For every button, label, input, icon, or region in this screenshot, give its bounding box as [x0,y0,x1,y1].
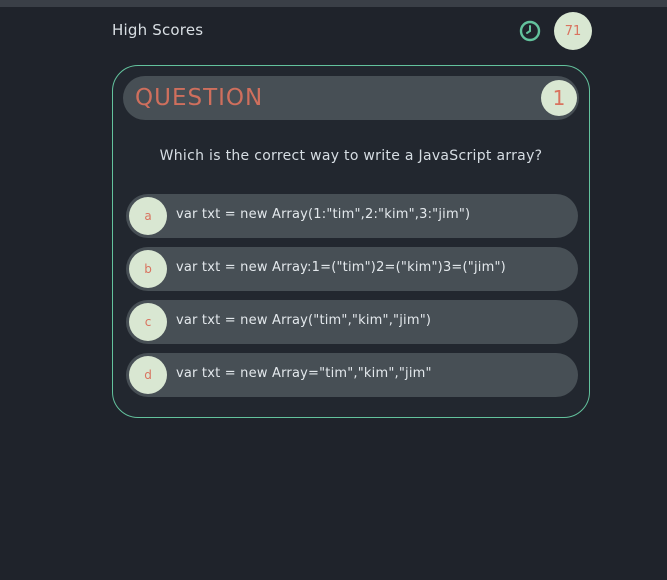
top-bar [0,0,667,7]
question-number-badge: 1 [541,80,577,116]
option-letter-badge: b [129,250,167,288]
option-text: var txt = new Array:1=("tim")2=("kim")3=… [176,260,506,275]
answer-option-c[interactable]: c var txt = new Array("tim","kim","jim") [126,300,578,344]
option-letter-badge: d [129,356,167,394]
high-scores-link[interactable]: High Scores [112,21,203,39]
question-label: QUESTION [135,85,264,111]
option-text: var txt = new Array(1:"tim",2:"kim",3:"j… [176,207,471,222]
option-text: var txt = new Array="tim","kim","jim" [176,366,432,381]
question-header: QUESTION 1 [123,76,579,120]
option-letter-badge: a [129,197,167,235]
timer-badge: 71 [554,12,592,50]
quiz-card: QUESTION 1 Which is the correct way to w… [112,65,590,418]
answer-option-b[interactable]: b var txt = new Array:1=("tim")2=("kim")… [126,247,578,291]
option-text: var txt = new Array("tim","kim","jim") [176,313,432,328]
question-text: Which is the correct way to write a Java… [159,148,543,164]
answer-option-d[interactable]: d var txt = new Array="tim","kim","jim" [126,353,578,397]
clock-icon [519,20,541,42]
answer-option-a[interactable]: a var txt = new Array(1:"tim",2:"kim",3:… [126,194,578,238]
option-letter-badge: c [129,303,167,341]
